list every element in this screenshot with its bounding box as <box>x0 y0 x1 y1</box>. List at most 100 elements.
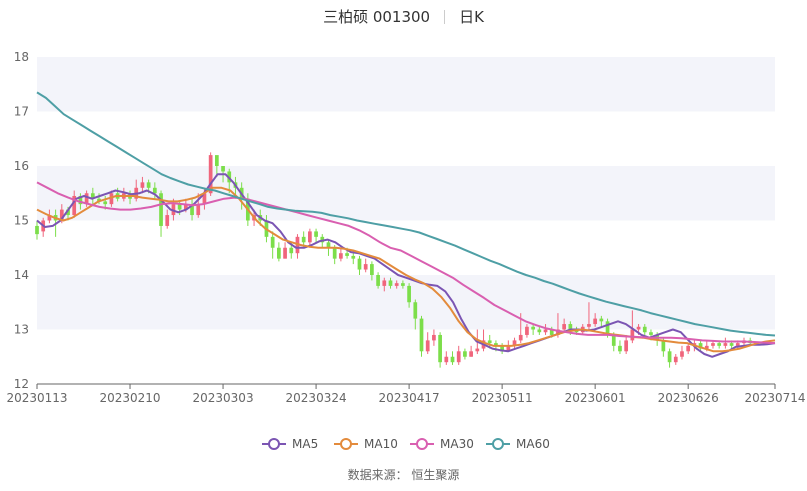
candle-body <box>599 318 604 322</box>
candle-body <box>444 356 449 363</box>
candle-body <box>624 340 629 352</box>
candle-body <box>177 204 182 210</box>
candle-body <box>357 258 362 270</box>
candle-body <box>450 356 455 363</box>
y-tick-label: 13 <box>14 323 29 337</box>
x-tick-label: 20230511 <box>472 391 533 405</box>
candle-body <box>370 264 374 275</box>
candle-body <box>661 340 666 352</box>
candle-body <box>376 275 380 286</box>
candle-body <box>469 351 473 357</box>
candle-body <box>221 166 225 172</box>
candle-body <box>667 351 672 363</box>
candle-body <box>636 326 641 330</box>
candle-body <box>463 351 467 357</box>
candle-body <box>103 201 108 205</box>
candle-body <box>686 345 691 352</box>
candle-body <box>593 318 598 325</box>
ma10-legend-label: MA10 <box>364 437 398 451</box>
legend: MA5 MA10 MA30 MA60 <box>262 437 550 451</box>
candle-body <box>723 343 728 346</box>
x-tick-label: 20230113 <box>6 391 67 405</box>
y-tick-label: 17 <box>14 105 29 119</box>
ma5-legend-marker <box>268 438 280 450</box>
candle-body <box>314 231 318 237</box>
candle-body <box>735 343 740 346</box>
candle-body <box>587 324 591 327</box>
candle-body <box>432 334 436 341</box>
ma5-legend-label: MA5 <box>292 437 318 451</box>
candle-body <box>543 329 548 333</box>
y-tick-label: 15 <box>14 214 29 228</box>
candle-body <box>382 280 387 286</box>
x-tick-label: 20230303 <box>193 391 254 405</box>
candle-body <box>717 343 722 346</box>
candle-body <box>283 247 287 259</box>
candle-body <box>214 155 219 166</box>
candle-body <box>146 182 151 188</box>
candle-body <box>475 348 480 352</box>
candle-body <box>425 340 430 352</box>
candle-body <box>729 343 734 346</box>
chart-container: 三柏硕 001300 日K 12 13 14 15 16 17 18 20230113 2023… <box>0 0 807 491</box>
ma30-legend-marker <box>416 438 428 450</box>
candle-body <box>531 326 535 330</box>
y-tick-label: 18 <box>14 50 29 64</box>
candle-body <box>562 324 567 330</box>
data-source: 数据来源： 恒生聚源 <box>347 468 460 482</box>
candle-body <box>339 253 343 259</box>
candle-body <box>537 329 542 333</box>
candle-body <box>611 334 616 346</box>
candle-body <box>673 356 678 363</box>
candle-body <box>277 247 281 259</box>
candle-body <box>289 247 294 254</box>
candle-body <box>270 236 275 248</box>
y-tick-label: 12 <box>14 377 29 391</box>
candle-body <box>394 283 399 286</box>
y-tick-label: 14 <box>14 268 29 282</box>
x-tick-label: 20230210 <box>99 391 160 405</box>
candle-body <box>388 280 393 286</box>
candle-body <box>630 329 635 341</box>
candle-body <box>680 351 684 357</box>
grid-band <box>37 275 775 330</box>
candle-body <box>152 187 157 194</box>
candle-body <box>345 253 349 256</box>
candle-body <box>525 326 529 335</box>
x-tick-label: 20230324 <box>286 391 347 405</box>
x-tick-label: 20230417 <box>379 391 440 405</box>
candle-body <box>301 236 306 243</box>
candle-body <box>165 215 170 226</box>
ma10-legend-marker <box>340 438 352 450</box>
candle-body <box>351 255 356 259</box>
candle-body <box>649 332 653 335</box>
x-tick-label: 20230626 <box>658 391 719 405</box>
candle-body <box>140 182 145 188</box>
candle-body <box>419 318 424 352</box>
kline-chart: 12131415161718 20230113 20230210 20230303 2… <box>6 50 806 451</box>
candle-body <box>332 247 337 259</box>
candle-body <box>401 283 405 286</box>
candle-body <box>308 231 312 243</box>
candle-body <box>413 302 418 319</box>
candle-body <box>407 285 411 303</box>
candle-body <box>618 345 622 352</box>
candle-body <box>456 351 461 363</box>
grid-bands <box>37 57 775 330</box>
grid-band <box>37 57 775 112</box>
y-axis: 12 13 14 15 16 17 18 <box>14 50 29 391</box>
ma30-legend-label: MA30 <box>440 437 474 451</box>
candle-body <box>487 340 492 344</box>
grid-band <box>37 166 775 221</box>
ma60-legend-label: MA60 <box>516 437 550 451</box>
y-tick-label: 16 <box>14 159 29 173</box>
candle-body <box>438 334 442 363</box>
ma60-legend-marker <box>492 438 504 450</box>
x-tick-label: 20230714 <box>744 391 805 405</box>
candle-body <box>196 204 201 216</box>
candle-body <box>363 264 368 270</box>
x-tick-label: 20230601 <box>565 391 626 405</box>
x-axis: 20230113 20230210 20230303 20230324 20230417… <box>6 383 806 405</box>
candle-body <box>642 326 647 333</box>
candle-body <box>518 334 523 341</box>
